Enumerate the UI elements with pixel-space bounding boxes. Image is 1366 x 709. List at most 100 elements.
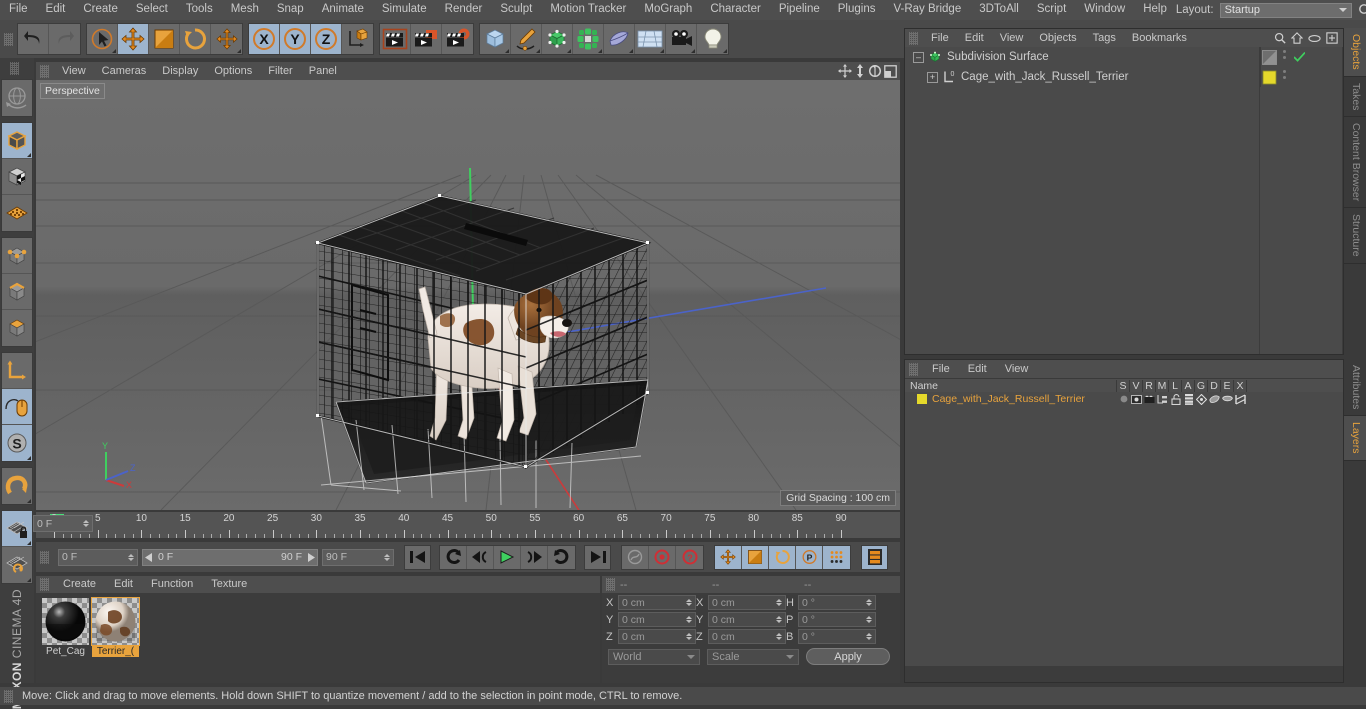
tab-layers[interactable]: Layers (1344, 416, 1366, 461)
deformer-icon[interactable] (1208, 394, 1221, 404)
viewport-menu-panel[interactable]: Panel (301, 65, 345, 77)
workplane-align-button[interactable] (2, 547, 32, 583)
menu-item-mograph[interactable]: MoGraph (635, 4, 701, 16)
stepper-arrows[interactable] (685, 597, 692, 608)
stepper-arrows[interactable] (82, 518, 89, 529)
autokey-button[interactable] (622, 545, 649, 569)
menu-item-pipeline[interactable]: Pipeline (770, 4, 829, 16)
world-object-coord-button[interactable] (342, 24, 373, 54)
view-icon[interactable] (1130, 394, 1143, 404)
layer-list[interactable]: Cage_with_Jack_Russell_Terrier (905, 392, 1343, 666)
render-view-button[interactable] (380, 24, 411, 54)
stepper-arrows[interactable] (685, 631, 692, 642)
go-to-end-button[interactable] (584, 544, 611, 570)
key-position-button[interactable] (715, 545, 742, 569)
menu-item-simulate[interactable]: Simulate (373, 4, 436, 16)
stepper-arrows[interactable] (383, 552, 390, 563)
expander-toggle[interactable]: + (927, 71, 938, 83)
layer-color-swatch[interactable] (917, 394, 927, 404)
expand-icon[interactable] (1326, 32, 1338, 44)
lock-y-axis-button[interactable]: Y (280, 24, 311, 54)
coordinates-grip[interactable] (606, 578, 615, 591)
viewport-menu-options[interactable]: Options (206, 65, 260, 77)
object-menu-edit[interactable]: Edit (957, 32, 992, 44)
visibility-dots[interactable] (1283, 50, 1286, 59)
layer-menu-edit[interactable]: Edit (959, 363, 996, 375)
menu-item-script[interactable]: Script (1028, 4, 1075, 16)
menu-item-character[interactable]: Character (701, 4, 770, 16)
rotation-h-input[interactable]: 0 ° (798, 595, 876, 610)
apply-button[interactable]: Apply (806, 648, 890, 665)
add-light-button[interactable] (697, 24, 728, 54)
move-alt-button[interactable] (211, 24, 242, 54)
menu-item-plugins[interactable]: Plugins (829, 4, 885, 16)
solo-dot-icon[interactable] (1117, 395, 1130, 403)
layer-manager-grip[interactable] (909, 362, 918, 376)
menu-item-mesh[interactable]: Mesh (222, 4, 268, 16)
visibility-dots[interactable] (1283, 70, 1286, 79)
preview-range-bar[interactable]: 0 F 90 F (142, 548, 318, 566)
material-preview[interactable] (91, 597, 140, 646)
stepper-arrows[interactable] (775, 597, 782, 608)
viewport-menu-display[interactable]: Display (154, 65, 206, 77)
material-menu-texture[interactable]: Texture (202, 579, 256, 590)
material-item[interactable]: Pet_Cag (42, 598, 89, 657)
viewport-menu-view[interactable]: View (54, 65, 94, 77)
menu-item-vray-bridge[interactable]: V-Ray Bridge (884, 4, 970, 16)
stepper-arrows[interactable] (865, 614, 872, 625)
end-frame-field[interactable]: 90 F (322, 548, 394, 566)
orbit-icon[interactable] (868, 64, 882, 78)
redo-button[interactable] (49, 24, 80, 54)
tab-takes[interactable]: Takes (1344, 76, 1366, 118)
timeline-toggle-button[interactable] (861, 544, 888, 570)
search-icon[interactable] (1358, 3, 1366, 17)
display-tag-icon[interactable] (1262, 50, 1277, 65)
polygons-mode-button[interactable] (2, 310, 32, 346)
object-manager-grip[interactable] (909, 31, 918, 45)
material-menu-create[interactable]: Create (54, 579, 105, 590)
menu-item-window[interactable]: Window (1075, 4, 1134, 16)
workplane-button[interactable] (2, 195, 32, 231)
points-mode-button[interactable] (2, 238, 32, 274)
play-button[interactable] (494, 545, 521, 569)
layout-dropdown[interactable]: Startup (1219, 2, 1352, 18)
size-z-input[interactable]: 0 cm (708, 629, 786, 644)
record-button[interactable] (649, 545, 676, 569)
menu-item-snap[interactable]: Snap (268, 4, 313, 16)
object-row-subdivision-surface[interactable]: – Subdivision Surface (905, 47, 1343, 67)
add-mograph-button[interactable] (573, 24, 604, 54)
eye-icon[interactable] (1308, 34, 1321, 43)
maximize-icon[interactable] (884, 64, 897, 78)
prev-key-button[interactable] (440, 545, 467, 569)
viewport-3d[interactable]: Perspective Grid Spacing : 100 cm Y X Z (36, 80, 900, 510)
rotate-tool-button[interactable] (180, 24, 211, 54)
key-scale-button[interactable] (742, 545, 769, 569)
tab-content-browser[interactable]: Content Browser (1344, 117, 1366, 209)
generator-icon[interactable] (1195, 393, 1208, 405)
render-icon[interactable] (1143, 395, 1156, 404)
range-left-arrow-icon[interactable] (145, 552, 154, 562)
left-toolbar-grip[interactable] (10, 62, 19, 75)
lock-open-icon[interactable] (1169, 393, 1182, 405)
menu-item-help[interactable]: Help (1134, 4, 1176, 16)
workplane-lock-button[interactable] (2, 511, 32, 547)
timeline-frame-field[interactable]: 0 F (33, 515, 93, 532)
expression-icon[interactable] (1221, 395, 1234, 403)
tab-attributes[interactable]: Attributes (1344, 359, 1366, 417)
lock-x-axis-button[interactable]: X (249, 24, 280, 54)
render-settings-button[interactable] (442, 24, 473, 54)
layer-row[interactable]: Cage_with_Jack_Russell_Terrier (905, 392, 1343, 406)
coordinate-system-select[interactable]: World (608, 648, 700, 665)
xpresso-icon[interactable] (1234, 393, 1247, 405)
live-selection-button[interactable] (87, 24, 118, 54)
next-key-button[interactable] (548, 546, 575, 569)
material-menu-function[interactable]: Function (142, 579, 202, 590)
edges-mode-button[interactable] (2, 274, 32, 310)
layer-menu-file[interactable]: File (923, 363, 959, 375)
search-icon[interactable] (1274, 32, 1286, 44)
layer-menu-view[interactable]: View (996, 363, 1038, 375)
stepper-arrows[interactable] (865, 597, 872, 608)
menu-item-edit[interactable]: Edit (37, 4, 75, 16)
animation-icon[interactable] (1182, 393, 1195, 405)
undo-view-button[interactable] (2, 80, 32, 116)
